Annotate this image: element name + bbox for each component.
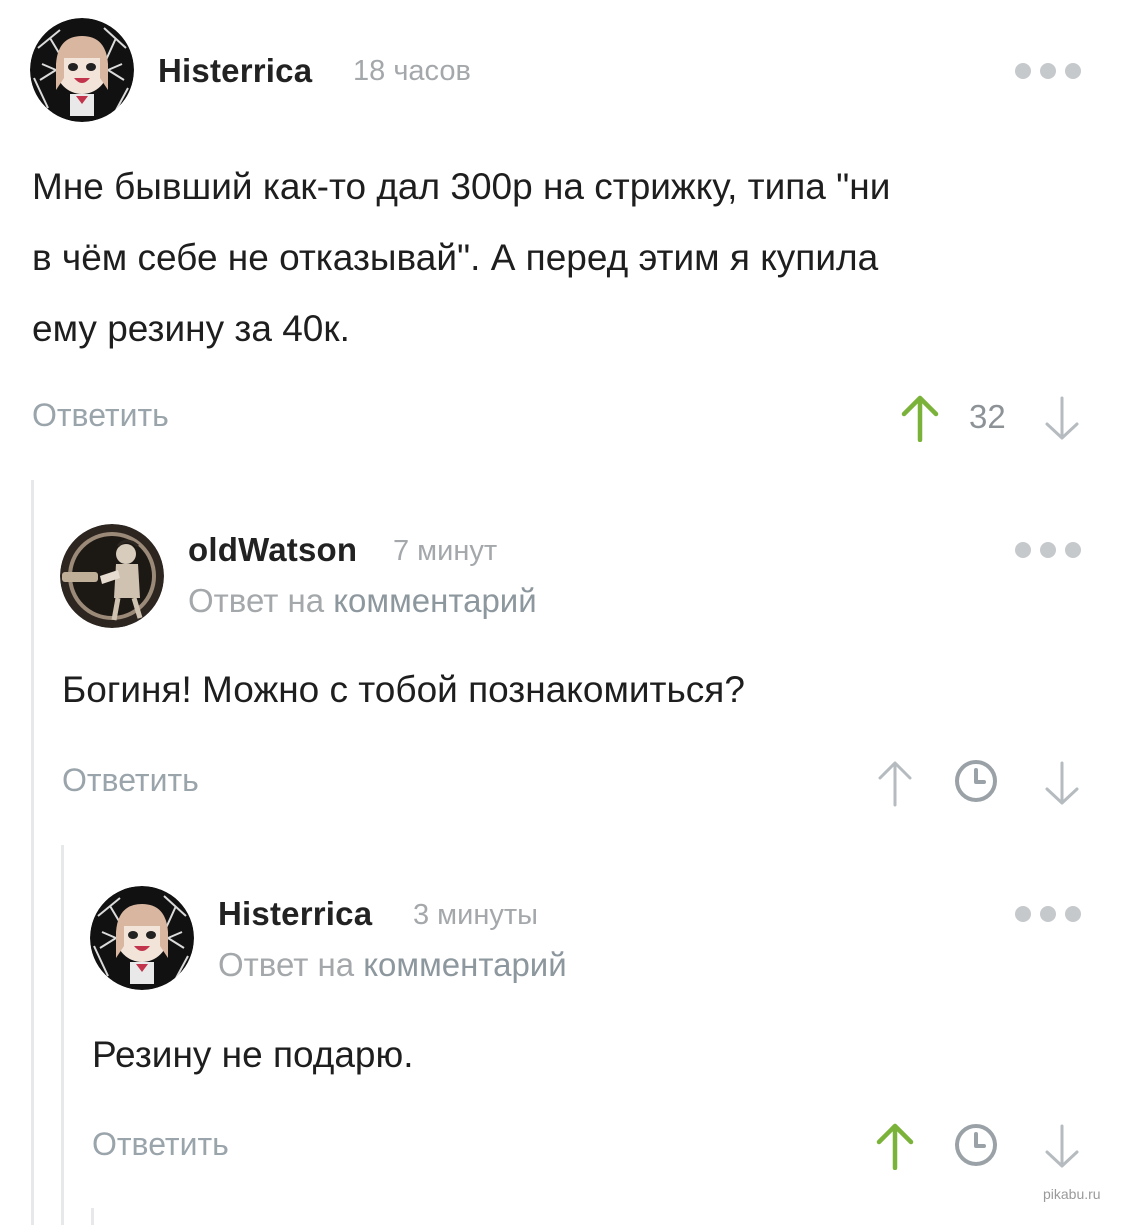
downvote-button[interactable] [1043,761,1081,807]
reply-to-comment-link[interactable]: комментарий [333,582,536,619]
upvote-button[interactable] [900,394,940,442]
username[interactable]: oldWatson [188,531,357,569]
arrow-up-icon [901,395,939,442]
clock-icon [955,1124,997,1166]
comment-line: в чём себе не отказывай". А перед этим я… [32,237,879,278]
comment-line: Мне бывший как-то дал 300р на стрижку, т… [32,166,891,207]
reply-button[interactable]: Ответить [32,397,169,434]
reply-to-comment-link[interactable]: комментарий [363,946,566,983]
more-options-button[interactable] [1015,542,1081,558]
thread-line [31,480,34,1225]
downvote-button[interactable] [1043,1124,1081,1170]
avatar[interactable] [60,524,164,628]
timestamp: 7 минут [393,535,498,567]
reply-to-prefix: Ответ на [188,582,325,619]
more-dot-icon [1065,63,1081,79]
timestamp: 3 минуты [413,899,538,931]
vote-score: 32 [969,398,1006,435]
arrow-up-icon [876,1123,914,1170]
comment-line: Резину не подарю. [92,1034,414,1075]
arrow-down-icon [1045,761,1079,805]
reply-to-label: Ответ на комментарий [218,946,567,984]
more-dot-icon [1015,906,1031,922]
arrow-down-icon [1045,1124,1079,1168]
clock-icon [955,760,997,802]
thread-line [91,1208,94,1225]
upvote-button[interactable] [875,759,915,807]
watermark: pikabu.ru [1043,1186,1101,1202]
arrow-down-icon [1045,396,1079,440]
comment-line: ему резину за 40к. [32,308,350,349]
comment-text: Резину не подарю. [92,1019,414,1090]
arrow-up-icon [878,761,912,807]
more-dot-icon [1065,542,1081,558]
thread-line [61,845,64,1225]
more-dot-icon [1040,63,1056,79]
reply-button[interactable]: Ответить [62,762,199,799]
more-dot-icon [1040,542,1056,558]
reply-to-label: Ответ на комментарий [188,582,537,620]
reply-to-prefix: Ответ на [218,946,355,983]
avatar[interactable] [90,886,194,990]
timestamp: 18 часов [353,55,471,87]
username[interactable]: Histerrica [158,52,312,90]
pending-score-icon [953,1122,999,1168]
pending-score-icon [953,758,999,804]
upvote-button[interactable] [875,1122,915,1170]
more-options-button[interactable] [1015,906,1081,922]
reply-button[interactable]: Ответить [92,1126,229,1163]
username[interactable]: Histerrica [218,895,372,933]
more-dot-icon [1015,542,1031,558]
downvote-button[interactable] [1043,396,1081,442]
more-options-button[interactable] [1015,63,1081,79]
comment-line: Богиня! Можно с тобой познакомиться? [62,669,745,710]
more-dot-icon [1065,906,1081,922]
avatar[interactable] [30,18,134,122]
more-dot-icon [1015,63,1031,79]
comment-text: Мне бывший как-то дал 300р на стрижку, т… [32,151,890,364]
comment-text: Богиня! Можно с тобой познакомиться? [62,654,745,725]
more-dot-icon [1040,906,1056,922]
